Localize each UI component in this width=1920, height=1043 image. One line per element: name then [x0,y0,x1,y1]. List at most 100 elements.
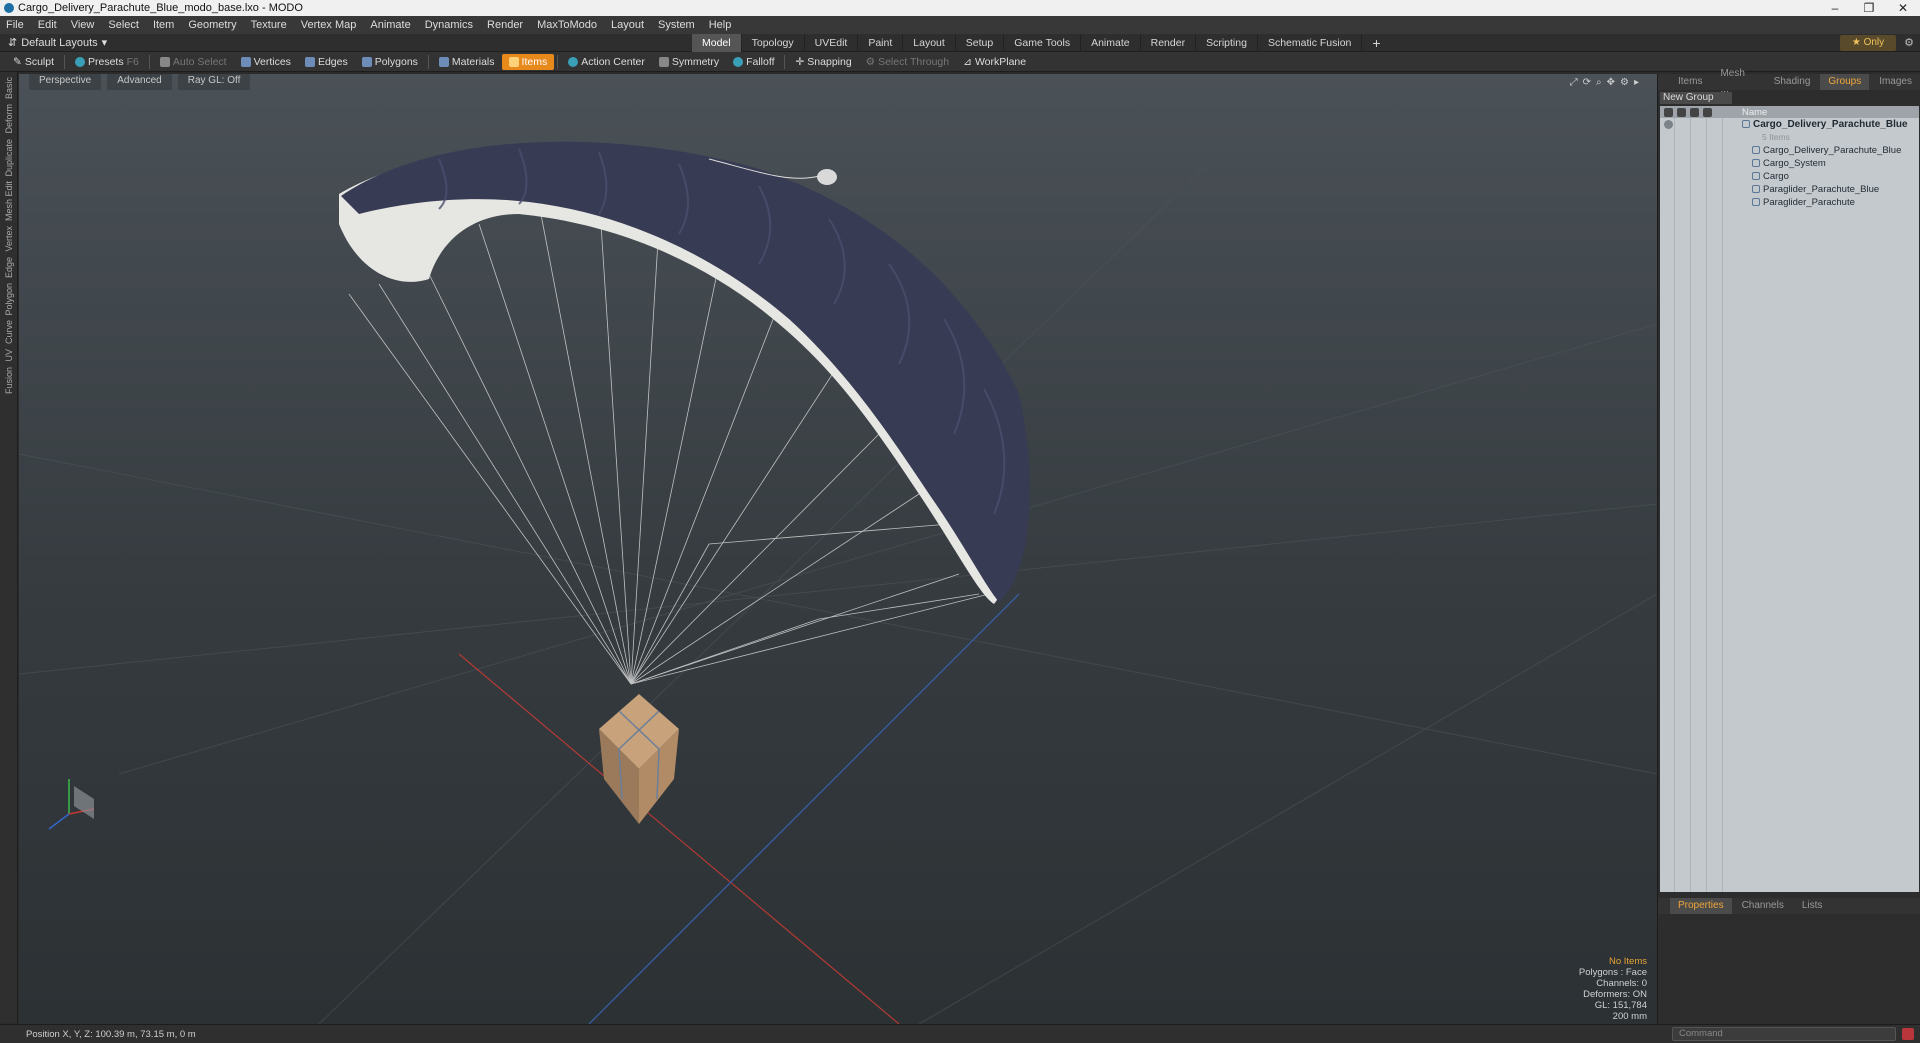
command-input[interactable]: Command [1672,1027,1896,1041]
tab-render[interactable]: Render [1141,33,1197,52]
select-through-icon: ⚙ [865,55,876,68]
left-tab-curve[interactable]: Curve [4,320,14,344]
auto-select-icon [159,56,170,67]
menu-view[interactable]: View [71,19,95,31]
menu-system[interactable]: System [658,19,695,31]
tree-item-row[interactable]: Paraglider_Parachute [1660,196,1919,209]
deformers-status: Deformers: ON [1583,989,1647,1000]
menu-render[interactable]: Render [487,19,523,31]
select-through-button[interactable]: ⚙ Select Through [859,54,956,70]
menu-item[interactable]: Item [153,19,174,31]
tree-root-count-row: 5 Items [1660,131,1919,144]
tab-layout[interactable]: Layout [903,33,956,52]
left-tab-uv[interactable]: UV [4,349,14,362]
menu-vertex-map[interactable]: Vertex Map [301,19,357,31]
left-tab-deform[interactable]: Deform [4,104,14,134]
presets-shortcut: F6 [126,55,139,68]
materials-button[interactable]: Materials [432,54,502,70]
left-tab-duplicate[interactable]: Duplicate [4,139,14,177]
eye-icon[interactable] [1664,107,1673,117]
minimize-button[interactable]: – [1818,1,1852,15]
vertices-label: Vertices [253,55,291,68]
presets-button[interactable]: Presets F6 [68,54,146,70]
polygons-button[interactable]: Polygons [355,54,425,70]
tab-model[interactable]: Model [692,33,742,52]
close-button[interactable]: ✕ [1886,1,1920,15]
symmetry-button[interactable]: Symmetry [652,54,726,70]
grid-scale: 200 mm [1612,1011,1647,1022]
menu-geometry[interactable]: Geometry [188,19,236,31]
falloff-button[interactable]: Falloff [726,54,781,70]
menu-maxtomodo[interactable]: MaxToModo [537,19,597,31]
left-tab-basic[interactable]: Basic [4,77,14,99]
snapping-button[interactable]: ✛ Snapping [788,54,858,70]
tab-uvedit[interactable]: UVEdit [805,33,859,52]
eye-icon[interactable] [1664,120,1673,129]
tree-item-row[interactable]: Paraglider_Parachute_Blue [1660,183,1919,196]
vertices-button[interactable]: Vertices [234,54,298,70]
tree-item-row[interactable]: Cargo_Delivery_Parachute_Blue [1660,144,1919,157]
left-tab-edge[interactable]: Edge [4,257,14,278]
workplane-icon: ⊿ [963,55,972,68]
edges-icon [304,56,315,67]
maximize-button[interactable]: ❐ [1852,1,1886,15]
3d-viewport[interactable]: Perspective Advanced Ray GL: Off ⤢ ⟳ ⌕ ✥… [19,74,1657,1024]
menu-layout[interactable]: Layout [611,19,644,31]
tab-setup[interactable]: Setup [956,33,1005,52]
tab-animate[interactable]: Animate [1081,33,1141,52]
status-bar: Position X, Y, Z: 100.39 m, 73.15 m, 0 m [0,1024,1920,1043]
tree-item: Paraglider_Parachute_Blue [1752,183,1879,196]
menu-help[interactable]: Help [709,19,732,31]
command-history-button[interactable] [1902,1028,1914,1040]
tree-item-label: Cargo_System [1763,158,1826,169]
layout-tabs: Model Topology UVEdit Paint Layout Setup… [692,33,1391,52]
items-button[interactable]: Items [501,53,555,70]
tab-channels[interactable]: Channels [1734,898,1792,914]
tree-item-row[interactable]: Cargo [1660,170,1919,183]
left-tab-polygon[interactable]: Polygon [4,283,14,316]
menu-edit[interactable]: Edit [38,19,57,31]
tab-items[interactable]: Items [1670,74,1710,90]
left-tab-mesh-edit[interactable]: Mesh Edit [4,181,14,221]
menu-dynamics[interactable]: Dynamics [425,19,473,31]
tab-mesh[interactable]: Mesh ... [1712,66,1763,98]
lock-icon[interactable] [1677,107,1686,117]
tab-shading[interactable]: Shading [1766,74,1819,90]
tree-root-row[interactable]: Cargo_Delivery_Parachute_Blue [1660,118,1919,131]
tab-schematic-fusion[interactable]: Schematic Fusion [1258,33,1363,52]
left-tool-tabs: Basic Deform Duplicate Mesh Edit Vertex … [0,72,18,1023]
tree-root-label: Cargo_Delivery_Parachute_Blue [1742,118,1908,131]
sculpt-button[interactable]: ✎ Sculpt [6,54,61,70]
tab-groups[interactable]: Groups [1820,74,1870,90]
tab-scripting[interactable]: Scripting [1196,33,1258,52]
select-icon[interactable] [1703,107,1712,117]
tab-paint[interactable]: Paint [858,33,904,52]
selected-items-count: No Items [1608,956,1647,967]
menu-texture[interactable]: Texture [251,19,287,31]
tab-properties[interactable]: Properties [1670,898,1732,914]
symmetry-label: Symmetry [671,55,720,68]
only-toggle[interactable]: ★ Only [1840,35,1896,51]
left-tab-fusion[interactable]: Fusion [4,367,14,394]
left-tab-vertex[interactable]: Vertex [4,226,14,252]
tab-lists[interactable]: Lists [1794,898,1831,914]
tree-item: Cargo_Delivery_Parachute_Blue [1752,144,1901,157]
workplane-button[interactable]: ⊿ WorkPlane [956,54,1033,70]
tab-topology[interactable]: Topology [742,33,805,52]
right-panel: Items Mesh ... Shading Groups Images New… [1657,68,1920,1024]
menu-file[interactable]: File [6,19,24,31]
render-icon[interactable] [1690,107,1699,117]
polygons-icon [361,56,372,67]
auto-select-button[interactable]: Auto Select [153,54,234,70]
edges-button[interactable]: Edges [298,54,355,70]
tree-item-row[interactable]: Cargo_System [1660,157,1919,170]
add-tab-button[interactable]: + [1362,34,1390,52]
menu-select[interactable]: Select [108,19,139,31]
layouts-dropdown[interactable]: ⇵ Default Layouts ▾ [8,36,107,50]
tool-bar: ✎ Sculpt Presets F6 Auto Select Vertices E… [0,52,1920,72]
action-center-button[interactable]: Action Center [561,54,652,70]
menu-animate[interactable]: Animate [370,19,410,31]
gear-icon[interactable]: ⚙ [1904,36,1914,49]
tab-images[interactable]: Images [1871,74,1920,90]
tab-game-tools[interactable]: Game Tools [1004,33,1082,52]
